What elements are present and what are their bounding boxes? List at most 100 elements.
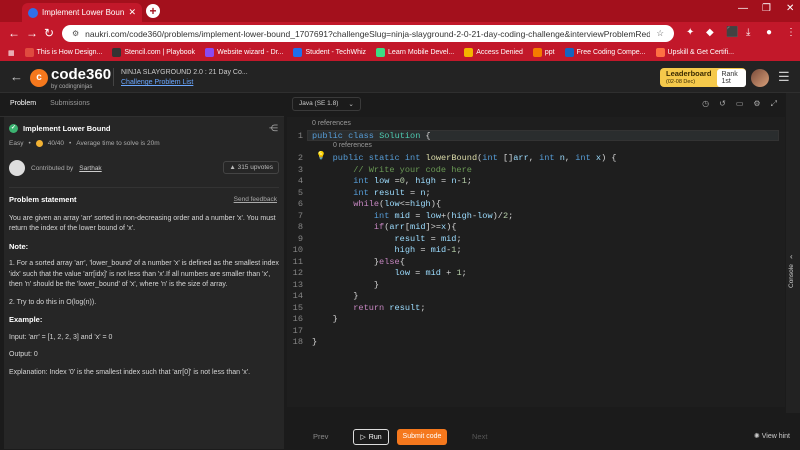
line-number: 4	[297, 176, 303, 186]
difficulty-label: Easy	[9, 140, 24, 147]
bookmark-item[interactable]: Stencil.com | Playbook	[112, 48, 195, 57]
download-icon[interactable]: ⤓	[746, 27, 750, 38]
line-number: 8	[297, 222, 303, 232]
next-button[interactable]: Next	[472, 432, 487, 441]
tab-title: Implement Lower Bound - Na	[42, 8, 125, 17]
code-line: public class Solution {	[312, 131, 431, 141]
reload-icon[interactable]: ↻	[44, 26, 54, 40]
console-rail[interactable]	[786, 93, 800, 413]
new-tab-icon[interactable]: +	[146, 4, 160, 18]
tab-problem[interactable]: Problem	[10, 100, 36, 109]
share-icon[interactable]: ⋲	[269, 123, 278, 134]
line-number: 1	[297, 131, 303, 141]
header-divider	[113, 68, 114, 86]
code-line: }	[312, 291, 359, 301]
site-info-icon[interactable]: ⚙	[72, 29, 79, 38]
extension-icon[interactable]: ✦	[686, 27, 694, 38]
avatar[interactable]	[751, 69, 769, 87]
note-2: 2. Try to do this in O(log(n)).	[9, 298, 97, 306]
maximize-icon[interactable]: ❐	[762, 3, 771, 14]
problem-card: ✓ Implement Lower Bound ⋲ Easy • 40/40 •…	[4, 117, 284, 449]
bookmark-item[interactable]: Website wizard - Dr...	[205, 48, 283, 57]
bookmark-item[interactable]: Access Denied	[464, 48, 523, 57]
example-explanation: Explanation: Index '0' is the smallest i…	[9, 368, 251, 376]
browser-tab[interactable]: Implement Lower Bound - Na ✕	[22, 3, 142, 22]
leaderboard-button[interactable]: Leaderboard (02-08 Dec) Rank 1st	[660, 68, 746, 87]
bookmark-item[interactable]: ppt	[532, 48, 555, 57]
coin-icon	[35, 140, 43, 147]
contributor-row: Contributed by Sarthak ▲ 315 upvotes	[9, 159, 279, 177]
reset-icon[interactable]: ↺	[719, 99, 726, 109]
code-line: }else{	[312, 256, 405, 267]
upvote-button[interactable]: ▲ 315 upvotes	[223, 161, 279, 174]
language-select[interactable]: Java (SE 1.8) ⌄	[292, 97, 361, 111]
back-icon[interactable]: ←	[8, 26, 20, 40]
example-input: Input: 'arr' = [1, 2, 2, 3] and 'x' = 0	[9, 333, 113, 341]
contest-info: NINJA SLAYGROUND 2.0 : 21 Day Co... Chal…	[121, 68, 248, 88]
line-number: 9	[297, 233, 303, 244]
app-header: ← c code360 by codingninjas NINJA SLAYGR…	[0, 61, 800, 93]
bookmark-item[interactable]: This is How Design...	[24, 48, 102, 57]
codelens-references[interactable]: 0 references	[333, 142, 372, 149]
console-toggle[interactable]: Console	[788, 264, 795, 288]
code-line: // Write your code here	[353, 164, 472, 175]
note-heading: Note:	[9, 241, 29, 251]
run-button[interactable]: ▷ Run	[353, 429, 389, 445]
line-number: 17	[292, 325, 303, 336]
line-number: 10	[292, 245, 303, 255]
code-line: }	[312, 337, 318, 347]
note-1: 1. For a sorted array 'arr', 'lower_boun…	[9, 260, 279, 288]
contributor-name[interactable]: Sarthak	[79, 165, 101, 172]
code-line: result = mid;	[394, 233, 462, 244]
extension-2-icon[interactable]: ◆	[706, 27, 714, 38]
bookmark-item[interactable]: Learn Mobile Devel...	[376, 48, 454, 57]
bookmark-item[interactable]: Student - TechWhiz	[293, 48, 366, 57]
codelens-references[interactable]: 0 references	[312, 120, 351, 127]
problem-panel: Problem Submissions ✓ Implement Lower Bo…	[0, 93, 284, 450]
problem-meta: Easy • 40/40 • Average time to solve is …	[9, 140, 160, 147]
close-tab-icon[interactable]: ✕	[128, 7, 136, 18]
code-line: low = mid + 1;	[394, 268, 467, 278]
window-close-icon[interactable]: ✕	[786, 3, 794, 14]
line-number: 6	[297, 199, 303, 209]
forward-icon[interactable]: →	[26, 26, 38, 40]
brand-name: code360	[51, 66, 112, 83]
browser-tab-bar: Implement Lower Bound - Na ✕ + — ❐ ✕	[0, 0, 800, 22]
example-heading: Example:	[9, 315, 43, 324]
menu-dots-icon[interactable]: ⋮	[786, 27, 796, 38]
puzzle-icon[interactable]: ⬛	[726, 27, 738, 38]
chevron-left-icon[interactable]: ‹	[790, 252, 793, 261]
send-feedback-link[interactable]: Send feedback	[234, 195, 277, 206]
chevron-down-icon: ⌄	[348, 101, 354, 108]
layout-icon[interactable]: ▭	[736, 99, 744, 109]
bookmark-item[interactable]: Free Coding Compe...	[564, 48, 646, 57]
app-back-icon[interactable]: ←	[10, 69, 23, 84]
bookmarks-bar: ▦ This is How Design... Stencil.com | Pl…	[0, 44, 800, 61]
url-text: naukri.com/code360/problems/implement-lo…	[85, 28, 651, 39]
apps-grid-icon[interactable]: ▦	[8, 49, 15, 57]
bookmark-star-icon[interactable]: ☆	[656, 28, 664, 39]
challenge-problem-list-link[interactable]: Challenge Problem List	[121, 78, 248, 88]
contest-title: NINJA SLAYGROUND 2.0 : 21 Day Co...	[121, 69, 248, 76]
code-line: }	[312, 279, 380, 290]
line-number: 7	[297, 210, 303, 221]
hamburger-menu-icon[interactable]: ☰	[778, 69, 790, 85]
tab-submissions[interactable]: Submissions	[50, 100, 90, 109]
bookmark-item[interactable]: Upskill & Get Certifi...	[655, 48, 734, 57]
code360-logo[interactable]: c code360 by codingninjas	[30, 66, 111, 90]
avg-time: Average time to solve is 20m	[76, 140, 160, 147]
timer-icon[interactable]: ◷	[702, 99, 709, 109]
code-line: return result;	[353, 302, 426, 313]
fullscreen-icon[interactable]: ⤢	[771, 99, 777, 109]
brand-sub: by codingninjas	[51, 84, 93, 90]
url-input[interactable]: ⚙ naukri.com/code360/problems/implement-…	[62, 25, 674, 42]
minimize-icon[interactable]: —	[738, 3, 748, 14]
view-hint-button[interactable]: ✺ View hint	[754, 432, 790, 440]
code-area[interactable]: 0 references 0 references 💡 1 2 3 4 5 6 …	[287, 117, 785, 407]
statement-heading: Problem statement	[9, 195, 77, 204]
profile-icon[interactable]: ●	[766, 27, 772, 38]
submit-code-button[interactable]: Submit code	[397, 429, 447, 445]
contributor-avatar	[9, 160, 25, 176]
settings-icon[interactable]: ⚙	[753, 99, 760, 109]
prev-button[interactable]: Prev	[313, 432, 328, 441]
